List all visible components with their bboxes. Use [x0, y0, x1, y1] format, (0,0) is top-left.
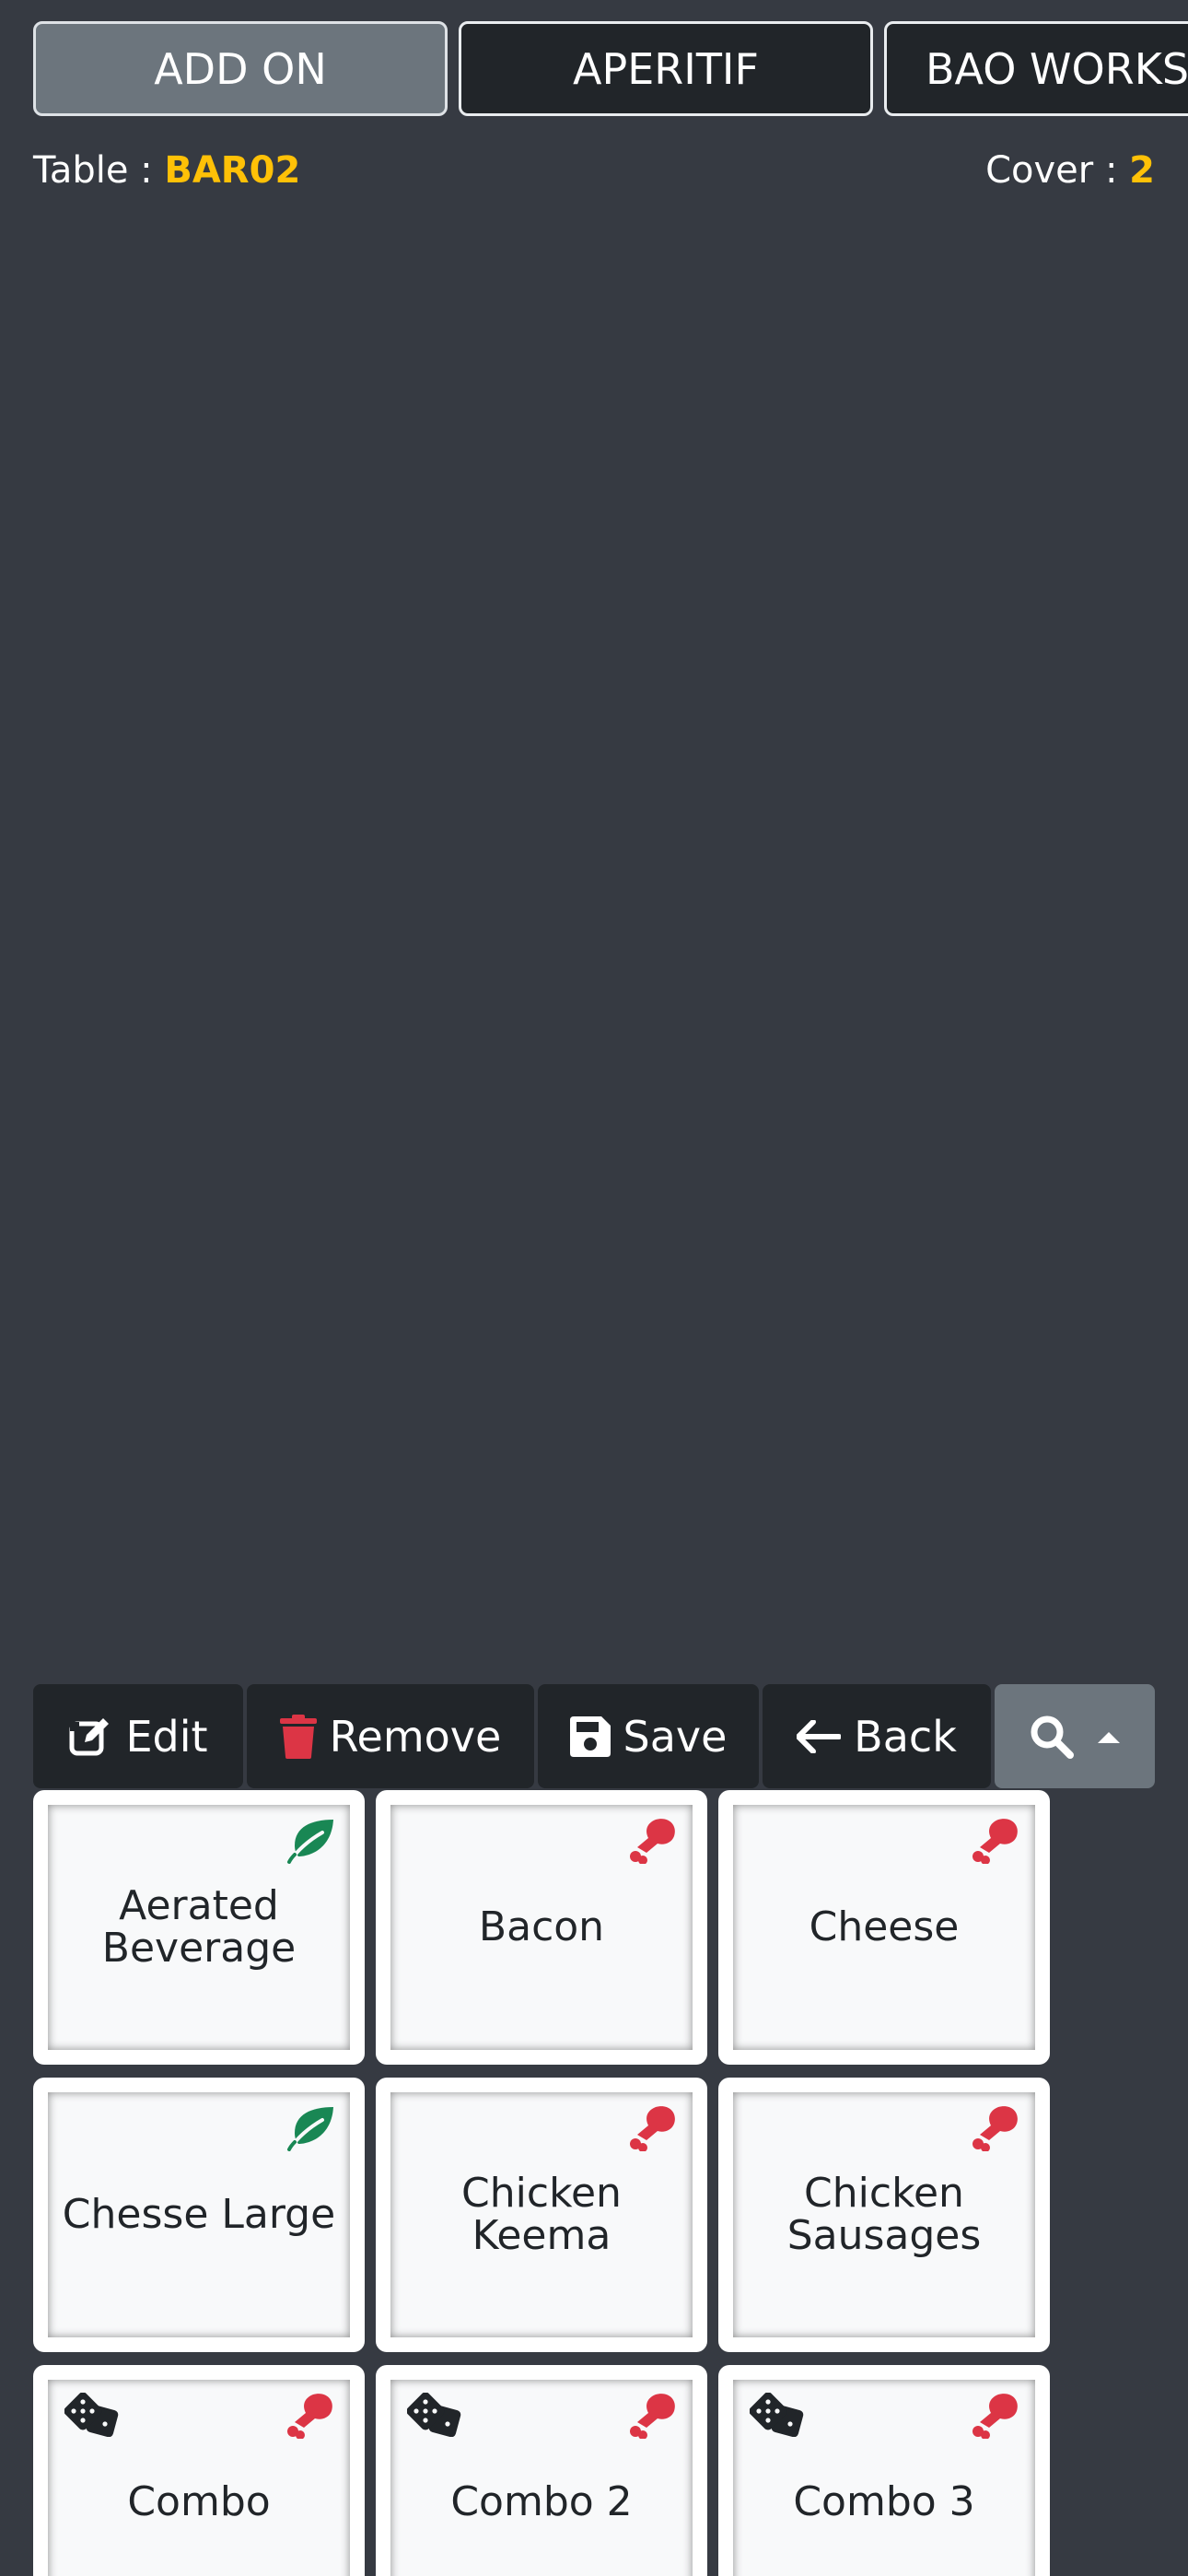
product-name: Cheese [809, 1903, 960, 1950]
remove-label: Remove [329, 1711, 502, 1762]
nonveg-drumstick-icon [630, 1819, 675, 1864]
product-cheese[interactable]: Cheese [718, 1790, 1050, 2065]
edit-label: Edit [125, 1711, 208, 1762]
product-chesse-large[interactable]: Chesse Large [33, 2078, 365, 2352]
product-name: Chesse Large [62, 2191, 336, 2238]
nonveg-drumstick-icon [973, 1819, 1018, 1864]
table-value: BAR02 [164, 149, 301, 192]
product-name: Chicken Sausages [786, 2170, 982, 2259]
dice-icon [407, 2393, 461, 2437]
dice-icon [64, 2393, 119, 2437]
veg-leaf-icon [287, 2107, 333, 2151]
trash-icon [279, 1714, 317, 1759]
product-name: Bacon [478, 1903, 605, 1950]
table-label: Table : [33, 149, 153, 192]
product-tile: Chicken Sausages [733, 2092, 1035, 2337]
caret-up-icon [1098, 1731, 1120, 1743]
cover-label: Cover : [985, 149, 1118, 192]
product-tile: Combo [48, 2380, 350, 2576]
product-combo-3[interactable]: Combo 3 [718, 2365, 1050, 2576]
product-chicken-sausages[interactable]: Chicken Sausages [718, 2078, 1050, 2352]
product-tile: Chicken Keema [390, 2092, 693, 2337]
category-tab-bao-workshop[interactable]: BAO WORKSHOP [884, 21, 1188, 116]
save-label: Save [623, 1711, 728, 1762]
nonveg-drumstick-icon [630, 2394, 675, 2439]
remove-button[interactable]: Remove [247, 1684, 534, 1788]
nonveg-drumstick-icon [287, 2394, 332, 2439]
product-aerated-beverage[interactable]: Aerated Beverage [33, 1790, 365, 2065]
product-combo-2[interactable]: Combo 2 [376, 2365, 707, 2576]
product-tile: Combo 2 [390, 2380, 693, 2576]
save-button[interactable]: Save [538, 1684, 759, 1788]
product-grid: Aerated Beverage Bacon Cheese Chesse Lar… [33, 1790, 1055, 2576]
product-tile: Cheese [733, 1805, 1035, 2050]
product-name: Combo [127, 2478, 271, 2525]
edit-button[interactable]: Edit [33, 1684, 243, 1788]
dice-icon [750, 2393, 804, 2437]
nonveg-drumstick-icon [630, 2106, 675, 2151]
product-combo[interactable]: Combo [33, 2365, 365, 2576]
product-name: Combo 3 [793, 2478, 975, 2525]
table-info: Table : BAR02 [33, 149, 300, 192]
product-tile: Chesse Large [48, 2092, 350, 2337]
product-tile: Bacon [390, 1805, 693, 2050]
back-button[interactable]: Back [763, 1684, 991, 1788]
edit-icon [69, 1717, 110, 1755]
product-chicken-keema[interactable]: Chicken Keema [376, 2078, 707, 2352]
back-label: Back [854, 1711, 957, 1762]
category-tabs: ADD ON APERITIF BAO WORKSHOP [33, 21, 1188, 117]
order-info: Table : BAR02 Cover : 2 [33, 143, 1155, 198]
nonveg-drumstick-icon [973, 2394, 1018, 2439]
search-toggle-button[interactable] [995, 1684, 1155, 1788]
save-icon [569, 1715, 611, 1757]
veg-leaf-icon [287, 1820, 333, 1864]
arrow-left-icon [797, 1719, 842, 1753]
product-name: Chicken Keema [461, 2170, 622, 2259]
action-toolbar: Edit Remove Save Back [33, 1684, 1155, 1788]
search-icon [1031, 1715, 1074, 1759]
cover-value: 2 [1129, 149, 1155, 192]
category-tab-add-on[interactable]: ADD ON [33, 21, 448, 116]
product-tile: Aerated Beverage [48, 1805, 350, 2050]
nonveg-drumstick-icon [973, 2106, 1018, 2151]
product-tile: Combo 3 [733, 2380, 1035, 2576]
pos-order-screen: ADD ON APERITIF BAO WORKSHOP Table : BAR… [0, 0, 1188, 2576]
category-tab-aperitif[interactable]: APERITIF [459, 21, 873, 116]
product-bacon[interactable]: Bacon [376, 1790, 707, 2065]
cover-info: Cover : 2 [985, 149, 1155, 192]
product-name: Aerated Beverage [101, 1882, 297, 1972]
product-name: Combo 2 [450, 2478, 633, 2525]
